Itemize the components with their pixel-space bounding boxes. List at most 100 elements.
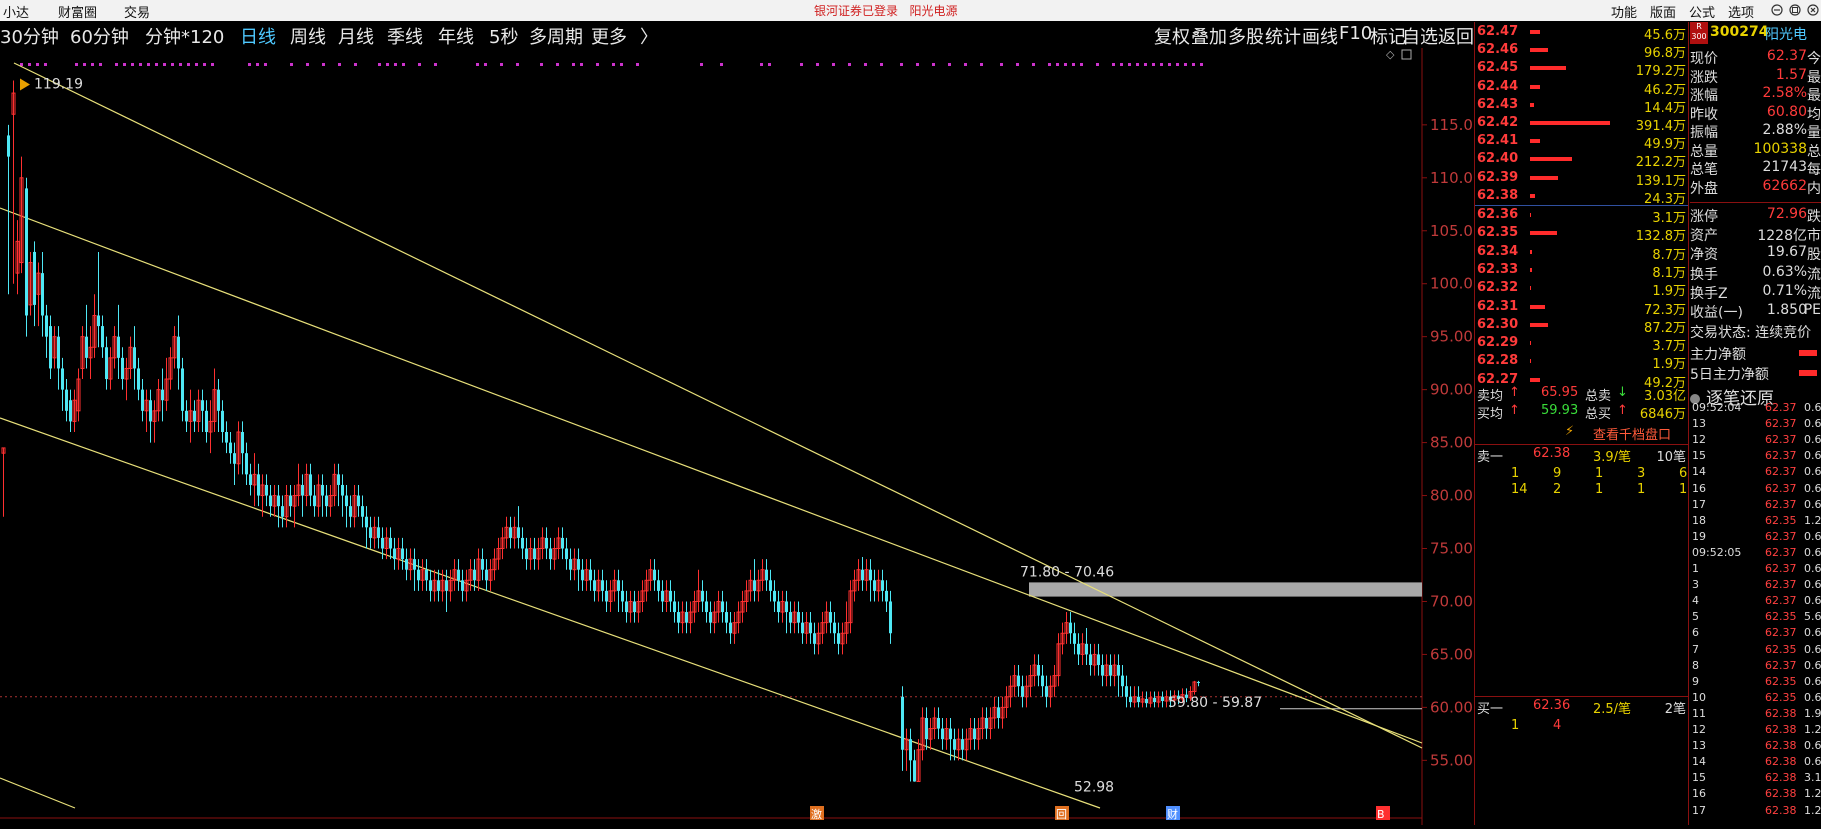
menu-item-options[interactable]: 选项 bbox=[1728, 2, 1754, 21]
tick-time: 17 bbox=[1692, 497, 1706, 511]
view-depth-link[interactable]: ⚡ 查看千档盘口 bbox=[1475, 424, 1688, 443]
tab-weekly[interactable]: 周线 bbox=[290, 23, 326, 49]
sell-level-row[interactable]: 62.46 96.8万 bbox=[1475, 42, 1688, 61]
tab-yearly[interactable]: 年线 bbox=[438, 23, 474, 49]
orderbook-divider bbox=[1475, 205, 1688, 206]
sell-level-row[interactable]: 62.38 24.3万 bbox=[1475, 188, 1688, 207]
buy-level-row[interactable]: 62.29 3.7万 bbox=[1475, 335, 1688, 354]
sell-level-row[interactable]: 62.41 49.9万 bbox=[1475, 133, 1688, 152]
candle-body bbox=[241, 432, 244, 454]
quote-value: 72.96 bbox=[1766, 206, 1807, 222]
btn-mark[interactable]: 标记 bbox=[1370, 23, 1406, 49]
tick-row[interactable]: 17 62.38 1.2 bbox=[1690, 804, 1821, 822]
sell-level-row[interactable]: 62.45 179.2万 bbox=[1475, 60, 1688, 79]
menu-item-trade[interactable]: 交易 bbox=[124, 2, 150, 21]
quote-label: 涨跌 bbox=[1690, 69, 1718, 86]
signal-dot bbox=[131, 63, 134, 66]
sell-level-row[interactable]: 62.43 14.4万 bbox=[1475, 97, 1688, 116]
signal-dot bbox=[1064, 63, 1067, 66]
tab-quarterly[interactable]: 季线 bbox=[387, 23, 423, 49]
candle-body bbox=[117, 336, 120, 358]
signal-dot bbox=[1000, 63, 1003, 66]
signal-dot bbox=[964, 63, 967, 66]
candle-body bbox=[1129, 696, 1132, 703]
high-label: 119.19 bbox=[34, 76, 83, 92]
btn-multistock[interactable]: 多股 bbox=[1228, 23, 1264, 49]
level-price: 62.44 bbox=[1477, 78, 1519, 94]
buy-level-row[interactable]: 62.33 8.1万 bbox=[1475, 262, 1688, 281]
quote-row: 资产 1228亿市 bbox=[1690, 225, 1821, 244]
buy-level-row[interactable]: 62.31 72.3万 bbox=[1475, 299, 1688, 318]
btn-overlay[interactable]: 叠加 bbox=[1191, 23, 1227, 49]
tick-price: 62.38 bbox=[1765, 739, 1797, 753]
candle-body bbox=[925, 717, 928, 740]
more-chevron-icon[interactable]: 〉 bbox=[640, 23, 658, 49]
tab-60min[interactable]: 60分钟 bbox=[70, 23, 129, 49]
order-book: 62.47 45.6万 62.46 96.8万 62.45 179.2万 62.44 46.2… bbox=[1475, 22, 1688, 825]
signal-dot bbox=[1200, 63, 1203, 66]
kline-chart[interactable]: 115.00 110.00 105.00 100.00 95.00 90.00 85.00 8… bbox=[0, 48, 1483, 825]
menu-item-formula[interactable]: 公式 bbox=[1689, 2, 1715, 21]
signal-dot bbox=[700, 63, 703, 66]
tab-120min[interactable]: 分钟*120 bbox=[145, 23, 224, 49]
signal-dot bbox=[760, 63, 763, 66]
tick-volume: 0.6 bbox=[1804, 449, 1821, 463]
signal-dot bbox=[306, 63, 309, 66]
candle-body bbox=[953, 739, 956, 750]
btn-f10[interactable]: F10 bbox=[1339, 23, 1372, 44]
minimize-icon[interactable] bbox=[1770, 0, 1784, 24]
restore-icon[interactable] bbox=[1788, 0, 1802, 24]
buy-level-row[interactable]: 62.32 1.9万 bbox=[1475, 280, 1688, 299]
tick-time: 14 bbox=[1692, 755, 1706, 769]
buy-level-row[interactable]: 62.28 1.9万 bbox=[1475, 353, 1688, 372]
candle-body bbox=[85, 336, 88, 358]
menu-item-caifuquan[interactable]: 财富圈 bbox=[58, 2, 97, 21]
btn-fuquan[interactable]: 复权 bbox=[1154, 23, 1190, 49]
tab-monthly[interactable]: 月线 bbox=[338, 23, 374, 49]
menu-item-xiaoda[interactable]: 小达 bbox=[3, 2, 29, 21]
candle-body bbox=[265, 484, 268, 496]
menu-item-layout[interactable]: 版面 bbox=[1650, 2, 1676, 21]
close-icon[interactable] bbox=[1806, 0, 1820, 24]
tab-more[interactable]: 更多 bbox=[591, 23, 627, 49]
sell-level-row[interactable]: 62.42 391.4万 bbox=[1475, 115, 1688, 134]
candle-body bbox=[457, 569, 460, 581]
candle-body bbox=[1109, 665, 1112, 676]
menu-item-function[interactable]: 功能 bbox=[1611, 2, 1637, 21]
buy-level-row[interactable]: 62.36 3.1万 bbox=[1475, 207, 1688, 226]
kline-chart-svg[interactable]: 115.00 110.00 105.00 100.00 95.00 90.00 85.00 8… bbox=[0, 48, 1483, 825]
buy-level-row[interactable]: 62.30 87.2万 bbox=[1475, 317, 1688, 336]
tab-30min[interactable]: 30分钟 bbox=[0, 23, 59, 49]
tick-volume: 1.2 bbox=[1804, 787, 1821, 801]
event-marker-label: 财 bbox=[1167, 807, 1178, 821]
quote-label: 总笔 bbox=[1690, 162, 1718, 178]
tick-list[interactable]: 09:52:04 62.37 0.6 13 62.37 0.6 12 62.37 0.6 15 62… bbox=[1690, 399, 1821, 825]
btn-back[interactable]: 返回 bbox=[1438, 23, 1474, 49]
candle-body bbox=[873, 580, 876, 591]
main-net5-row[interactable]: 5日主力净额 bbox=[1690, 364, 1821, 383]
main-net-row[interactable]: 主力净额 bbox=[1690, 344, 1821, 363]
candle-body bbox=[1117, 665, 1120, 676]
btn-drawline[interactable]: 画线 bbox=[1302, 23, 1338, 49]
stock-name: 阳光电 bbox=[1765, 27, 1807, 43]
tick-price: 62.38 bbox=[1765, 787, 1797, 801]
buy1-row[interactable]: 买一 62.36 2.5/笔 2笔 bbox=[1475, 698, 1688, 717]
signal-dot bbox=[556, 63, 559, 66]
tab-daily[interactable]: 日线 bbox=[240, 23, 276, 49]
sell-level-row[interactable]: 62.47 45.6万 bbox=[1475, 24, 1688, 43]
btn-stats[interactable]: 统计 bbox=[1265, 23, 1301, 49]
candle-body bbox=[725, 612, 728, 623]
tab-5sec[interactable]: 5秒 bbox=[489, 23, 518, 49]
buy-level-row[interactable]: 62.34 8.7万 bbox=[1475, 244, 1688, 263]
btn-watchlist[interactable]: 自选 bbox=[1402, 23, 1438, 49]
sell-level-row[interactable]: 62.39 139.1万 bbox=[1475, 170, 1688, 189]
sell-level-row[interactable]: 62.44 46.2万 bbox=[1475, 78, 1688, 98]
candle-body bbox=[1073, 633, 1076, 644]
tab-multi-period[interactable]: 多周期 bbox=[529, 23, 583, 49]
sell1-row[interactable]: 卖一 62.38 3.9/笔 10笔 bbox=[1475, 446, 1688, 465]
candle-body bbox=[193, 410, 196, 422]
sell-summary-row: 卖均 ↑ 65.95 总卖 ↓ 3.03亿 bbox=[1475, 385, 1688, 404]
sell-level-row[interactable]: 62.40 212.2万 bbox=[1475, 151, 1688, 170]
buy-level-row[interactable]: 62.35 132.8万 bbox=[1475, 225, 1688, 244]
queue-value: 1 bbox=[1595, 466, 1604, 481]
